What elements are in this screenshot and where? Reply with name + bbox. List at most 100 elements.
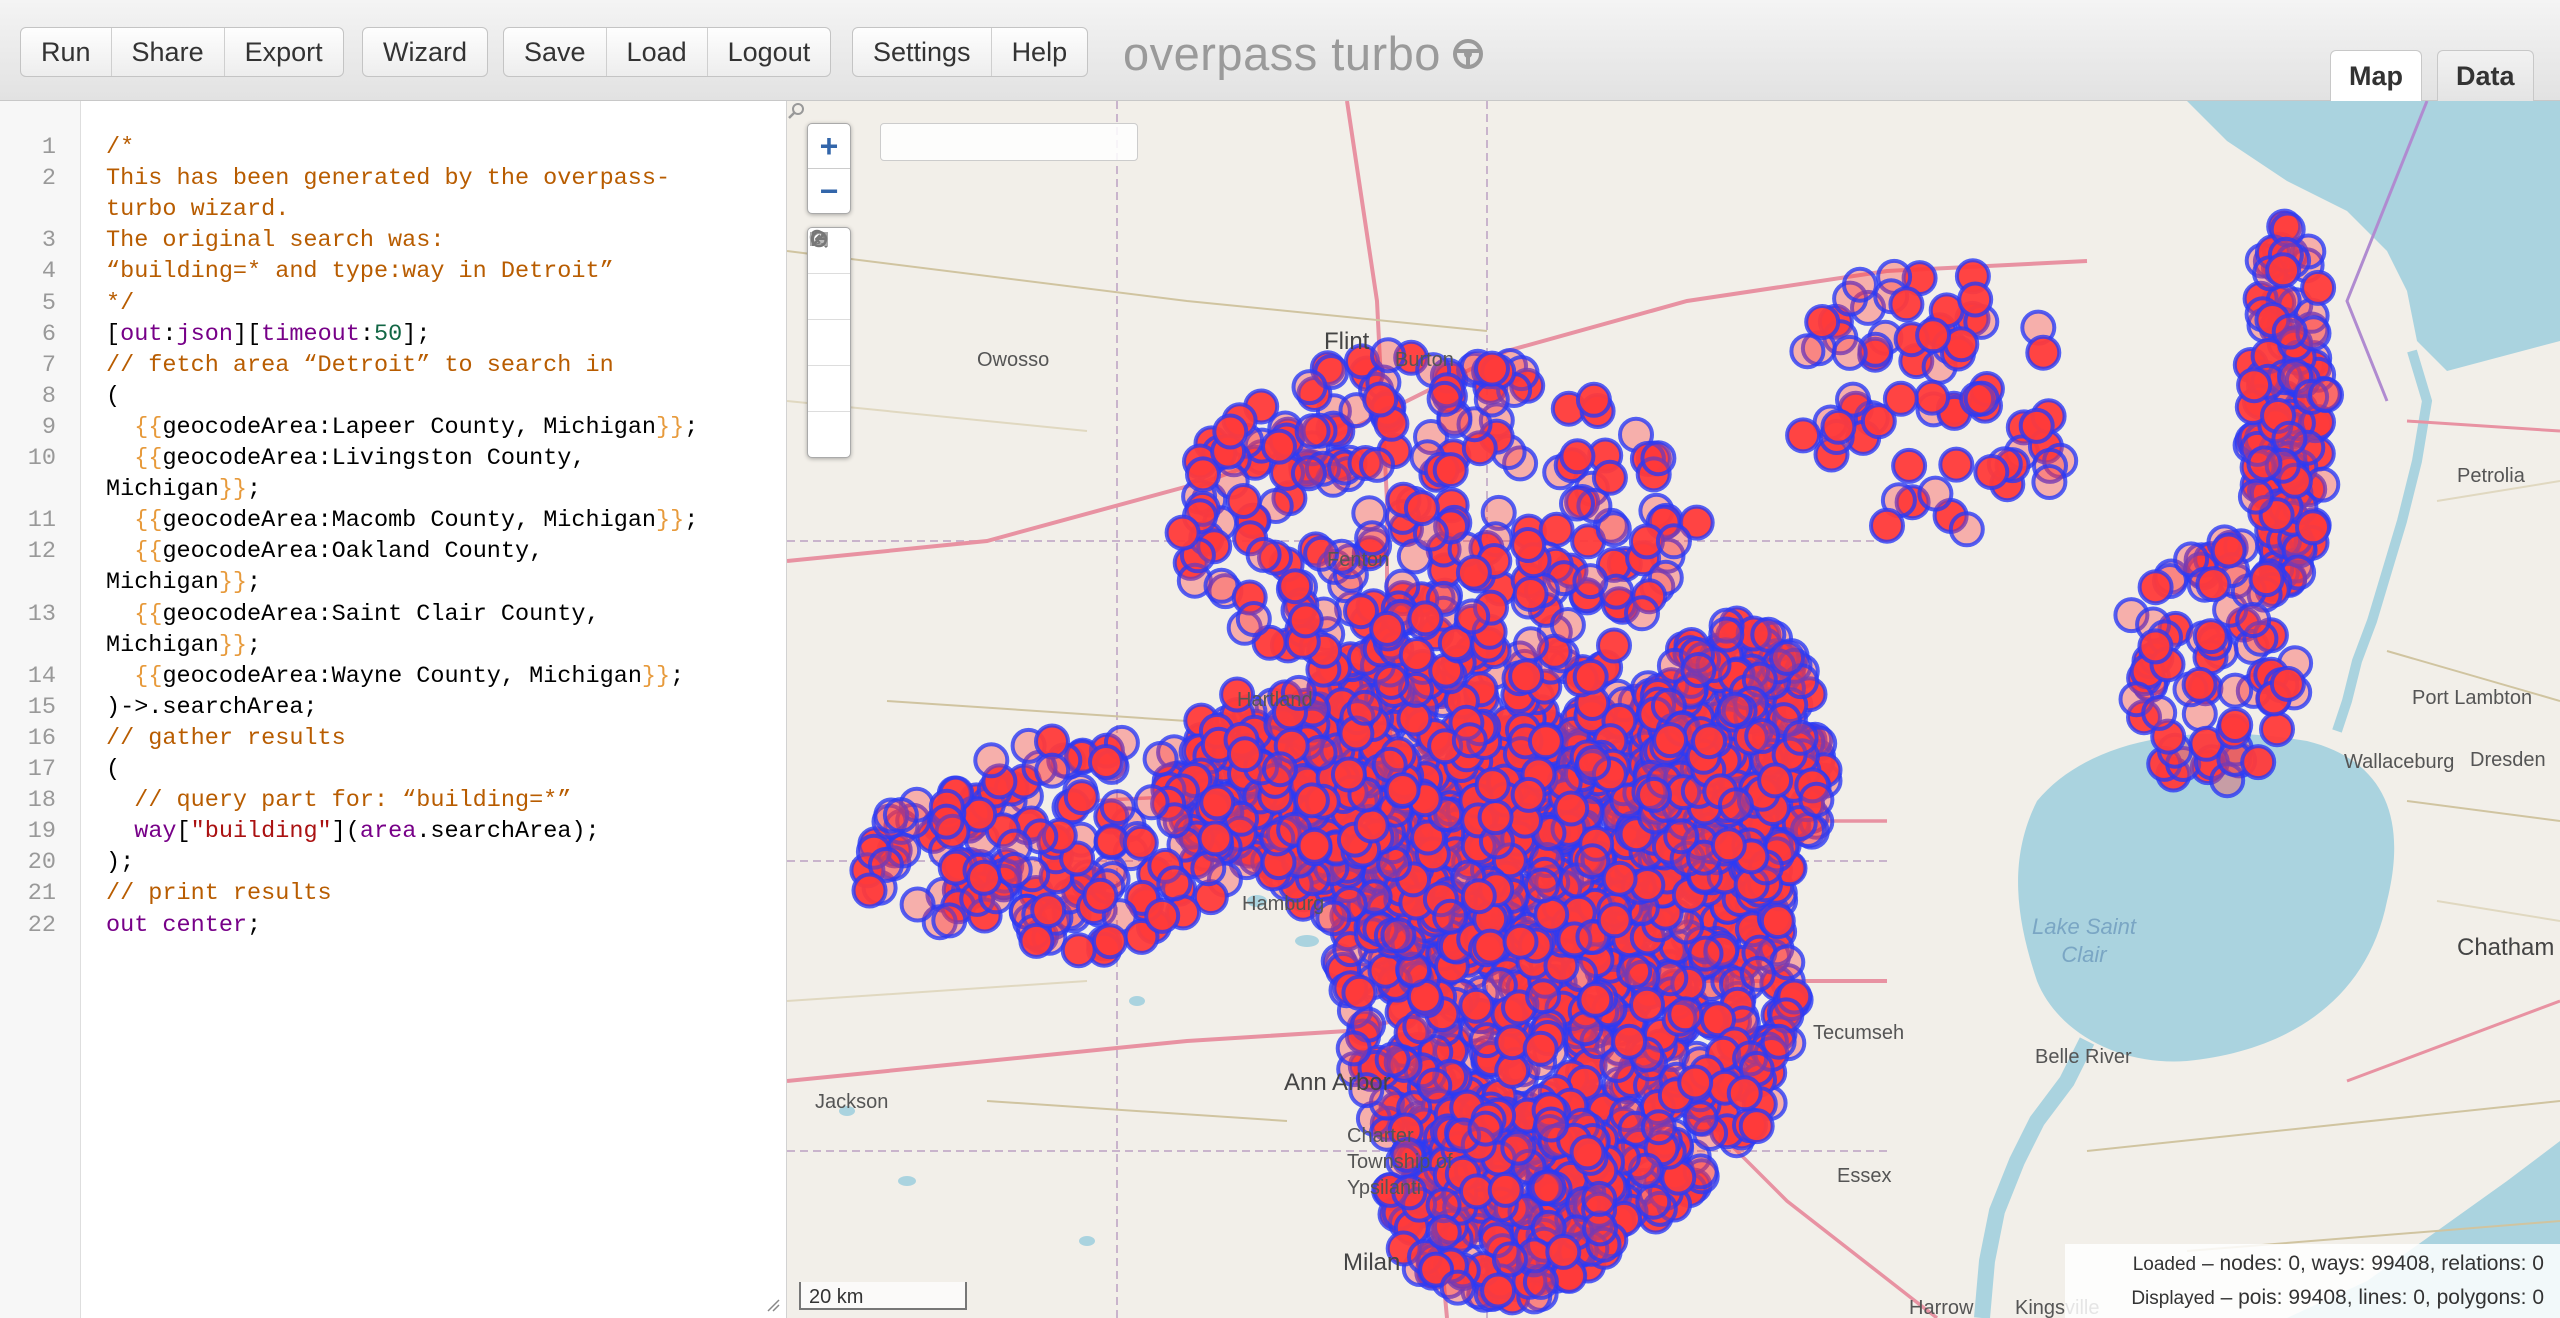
- result-marker[interactable]: [1957, 281, 1994, 318]
- result-marker[interactable]: [2217, 707, 2254, 743]
- result-marker[interactable]: [1888, 286, 1925, 323]
- result-marker[interactable]: [1523, 867, 1560, 904]
- result-marker[interactable]: [1287, 602, 1324, 639]
- result-marker[interactable]: [1403, 490, 1440, 527]
- result-marker[interactable]: [1474, 767, 1511, 804]
- result-marker[interactable]: [2217, 672, 2254, 709]
- result-marker[interactable]: [1782, 719, 1819, 756]
- result-marker[interactable]: [2236, 367, 2273, 404]
- result-marker[interactable]: [1804, 304, 1841, 340]
- result-marker[interactable]: [1601, 860, 1638, 897]
- result-marker[interactable]: [1416, 1067, 1453, 1104]
- result-marker[interactable]: [2240, 744, 2277, 781]
- result-marker[interactable]: [1785, 417, 1822, 454]
- result-marker[interactable]: [1915, 317, 1952, 354]
- result-marker[interactable]: [1663, 818, 1700, 855]
- result-marker[interactable]: [2018, 407, 2055, 444]
- result-marker[interactable]: [973, 742, 1010, 779]
- result-marker[interactable]: [1407, 600, 1444, 637]
- result-marker[interactable]: [1060, 932, 1097, 969]
- result-marker[interactable]: [1144, 897, 1181, 934]
- result-marker[interactable]: [882, 797, 919, 834]
- result-marker[interactable]: [2192, 618, 2229, 655]
- locate-me-button[interactable]: [808, 232, 850, 320]
- result-marker[interactable]: [1063, 779, 1100, 816]
- result-marker[interactable]: [1769, 944, 1806, 981]
- result-marker[interactable]: [1294, 413, 1331, 450]
- result-marker[interactable]: [1708, 616, 1745, 653]
- result-marker[interactable]: [1477, 799, 1514, 836]
- result-marker[interactable]: [2237, 478, 2274, 515]
- result-marker[interactable]: [1491, 1241, 1528, 1278]
- result-marker[interactable]: [1156, 865, 1193, 902]
- settings-button[interactable]: Settings: [853, 28, 992, 76]
- result-marker[interactable]: [1527, 723, 1564, 760]
- result-marker[interactable]: [1948, 511, 1985, 548]
- result-marker[interactable]: [1581, 1180, 1618, 1217]
- query-editor[interactable]: 1 /* 2 This has been generated by the overp…: [0, 101, 787, 1318]
- logout-button[interactable]: Logout: [708, 28, 831, 76]
- map-search-input[interactable]: [880, 123, 1138, 161]
- result-marker[interactable]: [1093, 823, 1130, 860]
- result-marker[interactable]: [1559, 485, 1595, 522]
- result-marker[interactable]: [1473, 381, 1510, 418]
- result-marker[interactable]: [1559, 438, 1596, 475]
- result-marker[interactable]: [1235, 601, 1272, 637]
- result-marker[interactable]: [1533, 896, 1570, 933]
- result-marker[interactable]: [1680, 652, 1717, 688]
- result-marker[interactable]: [1582, 1210, 1618, 1247]
- result-marker[interactable]: [1963, 380, 2000, 417]
- result-marker[interactable]: [1197, 820, 1234, 857]
- help-button[interactable]: Help: [992, 28, 1088, 76]
- result-marker[interactable]: [1330, 756, 1367, 793]
- result-marker[interactable]: [1508, 658, 1545, 695]
- result-marker[interactable]: [2137, 628, 2174, 665]
- result-marker[interactable]: [1245, 536, 1282, 573]
- result-marker[interactable]: [1474, 350, 1510, 387]
- result-marker[interactable]: [1596, 902, 1633, 939]
- result-marker[interactable]: [2025, 334, 2062, 371]
- toggle-wide-map-button[interactable]: [808, 232, 850, 412]
- result-marker[interactable]: [1185, 456, 1221, 493]
- result-marker[interactable]: [1455, 554, 1492, 591]
- result-marker[interactable]: [2246, 445, 2283, 482]
- result-marker[interactable]: [1611, 1023, 1648, 1060]
- result-marker[interactable]: [966, 859, 1002, 896]
- result-marker[interactable]: [851, 872, 888, 909]
- result-marker[interactable]: [1335, 1030, 1372, 1067]
- result-marker[interactable]: [1575, 745, 1612, 781]
- result-marker[interactable]: [1199, 784, 1236, 821]
- result-marker[interactable]: [1480, 1272, 1517, 1309]
- result-marker[interactable]: [1502, 923, 1539, 960]
- result-marker[interactable]: [1595, 511, 1632, 548]
- result-marker[interactable]: [1362, 381, 1399, 418]
- result-marker[interactable]: [1353, 807, 1390, 844]
- result-marker[interactable]: [1500, 1129, 1537, 1166]
- result-marker[interactable]: [2235, 602, 2272, 638]
- result-marker[interactable]: [1553, 790, 1590, 827]
- result-marker[interactable]: [1091, 923, 1128, 960]
- result-marker[interactable]: [2308, 377, 2344, 413]
- result-marker[interactable]: [1369, 610, 1406, 647]
- result-marker[interactable]: [1759, 903, 1796, 940]
- result-marker[interactable]: [1635, 1183, 1672, 1220]
- result-marker[interactable]: [928, 803, 965, 840]
- result-marker[interactable]: [1640, 1109, 1677, 1146]
- result-marker[interactable]: [1624, 595, 1660, 632]
- result-marker[interactable]: [1973, 454, 2010, 490]
- save-button[interactable]: Save: [504, 28, 607, 76]
- result-marker[interactable]: [1133, 784, 1170, 821]
- share-button[interactable]: Share: [112, 28, 225, 76]
- result-marker[interactable]: [2195, 566, 2232, 603]
- result-marker[interactable]: [1596, 627, 1632, 664]
- result-marker[interactable]: [1522, 1030, 1559, 1067]
- tab-data[interactable]: Data: [2437, 50, 2534, 101]
- result-marker[interactable]: [1458, 987, 1495, 1024]
- result-marker[interactable]: [1262, 751, 1298, 788]
- result-marker[interactable]: [1739, 955, 1776, 992]
- result-marker[interactable]: [1346, 689, 1383, 726]
- result-marker[interactable]: [1432, 452, 1469, 489]
- result-marker[interactable]: [899, 886, 936, 923]
- resize-handle-icon[interactable]: [764, 1296, 780, 1312]
- result-marker[interactable]: [1842, 266, 1878, 303]
